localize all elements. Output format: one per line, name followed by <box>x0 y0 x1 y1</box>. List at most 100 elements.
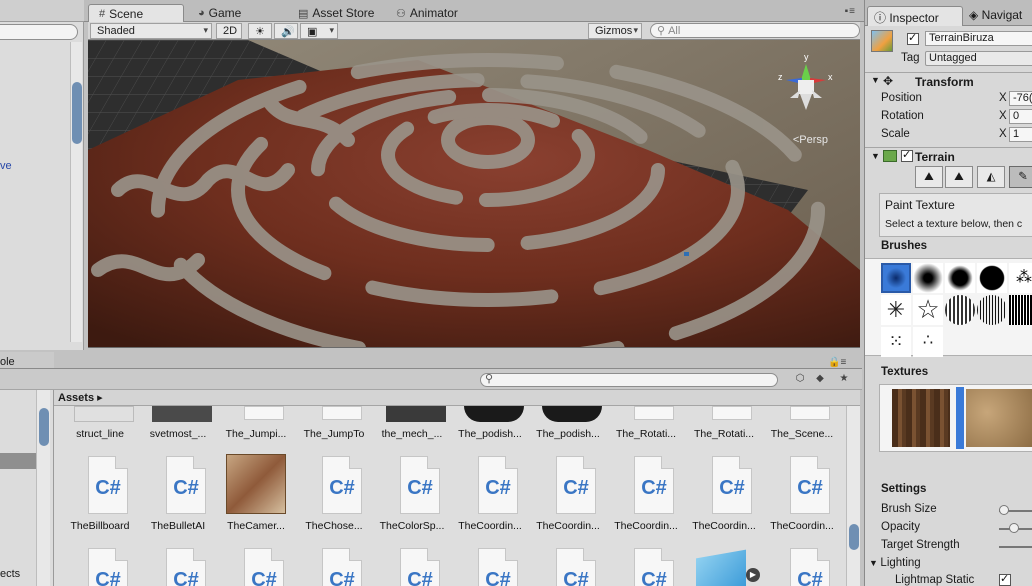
asset-item[interactable]: C# TheBillboard <box>64 456 136 536</box>
asset-item[interactable]: The_podish... <box>532 406 604 446</box>
2d-toggle-button[interactable]: 2D <box>216 23 242 39</box>
projection-label[interactable]: <Persp <box>793 134 828 146</box>
brush-size-slider-thumb[interactable] <box>999 505 1009 515</box>
collapse-triangle-icon[interactable]: ▼ <box>871 151 880 161</box>
project-tree-selected-item[interactable] <box>0 453 40 469</box>
asset-item[interactable]: C# <box>64 548 136 586</box>
texture-sand[interactable] <box>966 389 1032 447</box>
rotation-x-field[interactable]: 0 <box>1009 109 1032 124</box>
brush-medium[interactable] <box>945 263 975 293</box>
lightmap-static-checkbox[interactable] <box>999 572 1011 586</box>
animator-icon: ⚇ <box>396 7 406 20</box>
brush-streaks[interactable] <box>1009 295 1032 325</box>
asset-grid-scrollbar[interactable] <box>846 406 860 586</box>
effects-toggle-icon[interactable]: ▣ <box>300 23 338 39</box>
asset-item[interactable]: the_mech_... <box>376 406 448 446</box>
asset-item[interactable]: The_Scene... <box>766 406 838 446</box>
asset-item[interactable]: The_Jumpi... <box>220 406 292 446</box>
asset-item[interactable]: struct_line <box>64 406 136 446</box>
raise-terrain-tool-icon[interactable]: ⛰ <box>915 166 943 188</box>
hierarchy-search-input[interactable] <box>0 24 78 40</box>
asset-item[interactable]: C# TheBulletAI <box>142 456 214 536</box>
paint-texture-tool-icon[interactable]: ✎ <box>1009 166 1032 188</box>
tab-game[interactable]: ◕ Game <box>188 4 251 22</box>
tab-scene[interactable]: # Scene <box>88 4 184 22</box>
position-x-field[interactable]: -76( <box>1009 91 1032 106</box>
scrollbar-thumb[interactable] <box>849 524 859 550</box>
brush-spots[interactable]: ⁙ <box>881 327 911 357</box>
project-tree-item-label[interactable]: ects <box>0 568 20 580</box>
gizmos-dropdown[interactable]: Gizmos <box>588 23 642 39</box>
hierarchy-item-label[interactable]: ve <box>0 160 12 172</box>
asset-item[interactable]: C# TheChose... <box>298 456 370 536</box>
asset-item[interactable]: ▶ <box>688 548 760 586</box>
brush-splatter[interactable]: ⁂ <box>1009 263 1032 293</box>
terrain-header[interactable]: ▼ Terrain <box>865 147 1032 165</box>
texture-bark[interactable] <box>892 389 950 447</box>
scrollbar-thumb[interactable] <box>39 408 49 446</box>
asset-item[interactable]: The_podish... <box>454 406 526 446</box>
project-search-input[interactable]: ⚲ <box>480 373 778 387</box>
breadcrumb-assets[interactable]: Assets <box>58 392 94 404</box>
asset-item[interactable]: The_JumpTo <box>298 406 370 446</box>
terrain-enabled-checkbox[interactable] <box>901 148 913 162</box>
hierarchy-scrollbar[interactable] <box>70 42 82 342</box>
asset-item[interactable]: The_Rotati... <box>610 406 682 446</box>
target-strength-slider-track[interactable] <box>999 546 1032 548</box>
asset-item[interactable]: svetmost_... <box>142 406 214 446</box>
scrollbar-thumb[interactable] <box>72 82 82 144</box>
object-name-field[interactable]: TerrainBiruza <box>925 31 1032 46</box>
project-tree-scrollbar[interactable] <box>36 390 50 586</box>
tab-asset-store[interactable]: ▤ Asset Store <box>288 4 384 22</box>
asset-item[interactable]: The_Rotati... <box>688 406 760 446</box>
tab-animator[interactable]: ⚇ Animator <box>386 4 468 22</box>
scene-search-input[interactable]: ⚲ All <box>650 23 860 38</box>
asset-item[interactable]: C# <box>610 548 682 586</box>
scale-x-field[interactable]: 1 <box>1009 127 1032 142</box>
lighting-foldout[interactable]: ▼ Lighting <box>865 557 1032 573</box>
asset-item[interactable]: C# <box>298 548 370 586</box>
play-icon[interactable]: ▶ <box>746 568 760 582</box>
asset-item[interactable]: C# TheColorSp... <box>376 456 448 536</box>
active-checkbox[interactable] <box>907 31 919 45</box>
brush-hair[interactable] <box>977 295 1007 325</box>
asset-item[interactable]: C# <box>454 548 526 586</box>
brush-soft[interactable] <box>913 263 943 293</box>
orientation-gizmo-icon[interactable]: y z x <box>774 50 838 120</box>
favorite-star-icon[interactable]: ★ <box>836 373 852 387</box>
brush-hard[interactable] <box>977 263 1007 293</box>
asset-item[interactable]: C# TheCoordin... <box>766 456 838 536</box>
collapse-triangle-icon[interactable]: ▼ <box>871 75 880 85</box>
shading-mode-dropdown[interactable]: Shaded <box>90 23 212 39</box>
asset-item[interactable]: C# <box>376 548 448 586</box>
paint-height-tool-icon[interactable]: ⛰ <box>945 166 973 188</box>
collapse-triangle-icon[interactable]: ▼ <box>869 558 880 568</box>
smooth-height-tool-icon[interactable]: ◭ <box>977 166 1005 188</box>
tab-navigation[interactable]: ◈ Navigat <box>969 8 1022 22</box>
asset-item[interactable]: C# TheCoordin... <box>688 456 760 536</box>
tab-menu-icon[interactable]: ▪≡ <box>845 6 856 17</box>
transform-header[interactable]: ▼ ✥ Transform <box>865 72 1032 90</box>
filter-type-icon[interactable]: ⬡ <box>792 373 808 387</box>
lighting-toggle-icon[interactable]: ☀ <box>248 23 272 39</box>
brush-soft-selected[interactable] <box>881 263 911 293</box>
brush-starburst[interactable]: ✳ <box>881 295 911 325</box>
asset-item[interactable]: C# TheCoordin... <box>532 456 604 536</box>
asset-item[interactable]: C# <box>532 548 604 586</box>
scene-viewport[interactable]: y z x <Persp <box>88 40 860 348</box>
brush-star[interactable]: ☆ <box>913 295 943 325</box>
asset-item[interactable]: C# TheCoordin... <box>454 456 526 536</box>
lock-icon[interactable]: 🔒≡ <box>828 357 846 368</box>
brush-dots[interactable]: ∴ <box>913 327 943 357</box>
tab-inspector[interactable]: ⓘ Inspector <box>867 6 963 26</box>
asset-item[interactable]: C# TheCoordin... <box>610 456 682 536</box>
filter-label-icon[interactable]: ◆ <box>812 373 828 387</box>
audio-toggle-icon[interactable]: 🔊 <box>274 23 298 39</box>
opacity-slider-thumb[interactable] <box>1009 523 1019 533</box>
brush-grass[interactable] <box>945 295 975 325</box>
asset-item[interactable]: C# <box>220 548 292 586</box>
asset-item[interactable]: C# <box>142 548 214 586</box>
tag-dropdown[interactable]: Untagged <box>925 51 1032 66</box>
asset-item[interactable]: TheCamer... <box>220 454 292 536</box>
asset-item[interactable]: C# <box>766 548 838 586</box>
